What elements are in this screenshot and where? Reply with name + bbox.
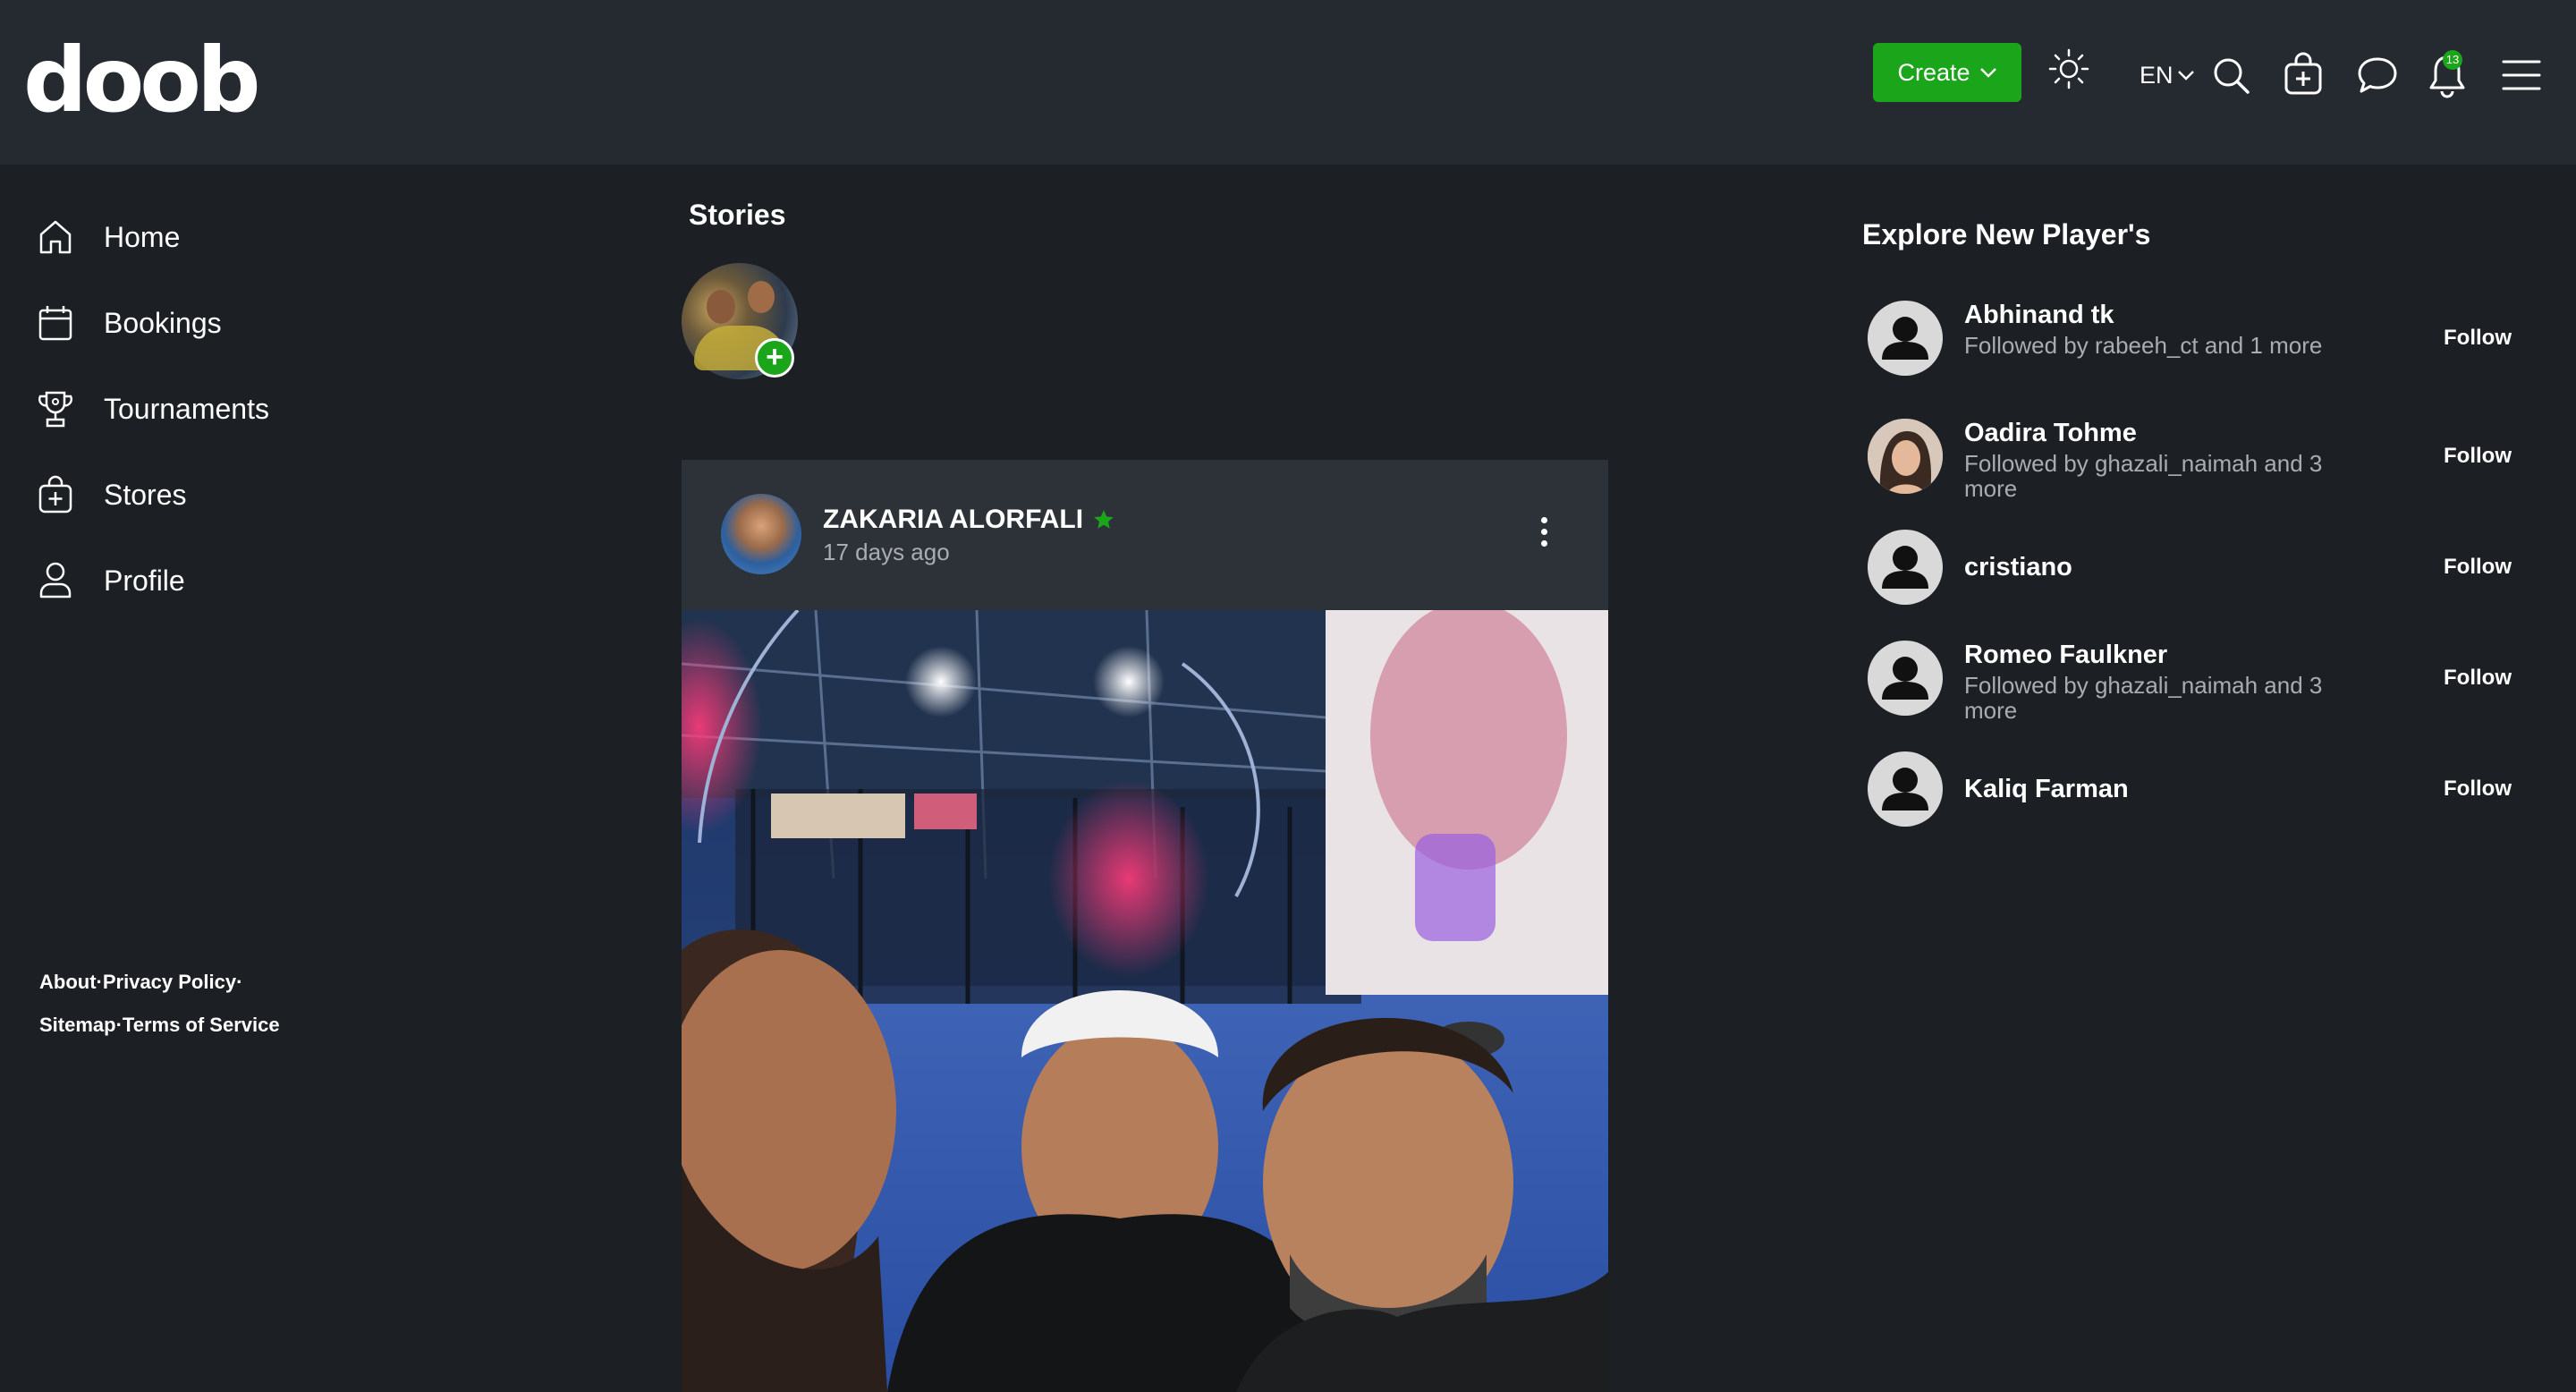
privacy-policy-link[interactable]: Privacy Policy [103,971,236,993]
footer-links: About·Privacy Policy· Sitemap·Terms of S… [39,961,280,1047]
sidebar-item-label: Stores [104,478,187,511]
sidebar-item-label: Bookings [104,306,222,339]
trophy-icon [38,391,73,428]
player-row: Abhinand tk Followed by rabeeh_ct and 1 … [1868,301,2512,383]
star-badge-icon [1094,510,1114,529]
about-link[interactable]: About [39,971,97,993]
separator: · [115,1014,123,1036]
player-name[interactable]: Oadira Tohme [1964,419,2137,448]
player-row: Kaliq Farman Follow [1868,751,2512,834]
default-avatar-icon[interactable] [1868,751,1943,827]
post-timestamp: 17 days ago [823,539,950,565]
explore-players-title: Explore New Player's [1862,218,2151,250]
sidebar-item-stores[interactable]: Stores [38,472,186,517]
sidebar-item-label: Tournaments [104,392,269,425]
player-name[interactable]: Romeo Faulkner [1964,641,2167,670]
follow-button[interactable]: Follow [2444,777,2512,802]
home-icon [39,220,72,254]
player-row: Oadira Tohme Followed by ghazali_naimah … [1868,419,2512,501]
follow-button[interactable]: Follow [2444,666,2512,691]
post-author-avatar[interactable] [721,494,801,574]
chevron-down-icon [2177,71,2194,81]
calendar-icon [38,306,72,341]
player-row: cristiano Follow [1868,530,2512,612]
store-bag-icon[interactable] [2283,52,2324,97]
player-photo-avatar[interactable] [1868,419,1943,494]
player-followed-by: Followed by ghazali_naimah and 3 more [1964,450,2323,502]
player-row: Romeo Faulkner Followed by ghazali_naima… [1868,641,2512,723]
sidebar-item-bookings[interactable]: Bookings [38,301,222,345]
default-avatar-icon[interactable] [1868,641,1943,716]
post-author-name[interactable]: ZAKARIA ALORFALI [823,505,1115,535]
theme-toggle-sun-icon[interactable] [2048,48,2089,89]
create-button[interactable]: Create [1873,43,2021,102]
player-followed-by: Followed by ghazali_naimah and 3 more [1964,672,2323,724]
post-image[interactable] [682,610,1608,1392]
post-header: ZAKARIA ALORFALI 17 days ago [682,460,1608,610]
player-followed-by: Followed by rabeeh_ct and 1 more [1964,332,2323,359]
top-bar: doob Create EN 13 [0,0,2576,165]
more-options-icon[interactable] [1533,514,1555,556]
player-name[interactable]: cristiano [1964,553,2072,582]
follow-button[interactable]: Follow [2444,326,2512,351]
chat-bubble-icon[interactable] [2356,55,2399,97]
follow-button[interactable]: Follow [2444,444,2512,469]
language-label: EN [2140,61,2174,89]
sidebar-item-tournaments[interactable]: Tournaments [38,386,269,431]
stories-title: Stories [689,199,786,231]
default-avatar-icon[interactable] [1868,301,1943,376]
create-button-label: Create [1897,58,1970,86]
follow-button[interactable]: Follow [2444,555,2512,580]
sidebar-item-profile[interactable]: Profile [38,558,185,603]
language-selector[interactable]: EN [2140,57,2195,93]
terms-of-service-link[interactable]: Terms of Service [123,1014,280,1036]
sitemap-link[interactable]: Sitemap [39,1014,116,1036]
separator: · [96,971,103,993]
default-avatar-icon[interactable] [1868,530,1943,605]
player-name[interactable]: Abhinand tk [1964,301,2114,330]
chevron-down-icon [1979,68,1996,78]
post-author-label: ZAKARIA ALORFALI [823,505,1084,534]
doob-logo[interactable]: doob [23,36,261,125]
sidebar-item-home[interactable]: Home [38,215,180,259]
user-icon [39,562,72,598]
hamburger-menu-icon[interactable] [2501,57,2542,93]
separator: · [236,971,243,993]
store-bag-icon [38,475,72,514]
post-card: ZAKARIA ALORFALI 17 days ago [682,460,1608,1392]
search-icon[interactable] [2211,55,2252,97]
notification-count-badge: 13 [2443,50,2462,70]
post-photo [682,610,1608,1392]
player-name[interactable]: Kaliq Farman [1964,775,2129,804]
sidebar-item-label: Home [104,220,181,253]
add-story-button[interactable]: + [755,338,794,378]
sidebar-item-label: Profile [104,564,185,597]
